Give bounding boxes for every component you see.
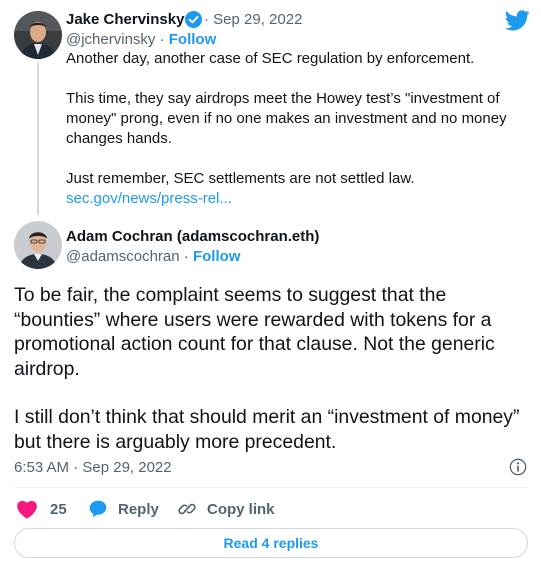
- tweet-handle-row: @adamscochran · Follow: [66, 248, 240, 265]
- reply-button[interactable]: Reply: [88, 497, 159, 521]
- press-release-link[interactable]: sec.gov/news/press-rel...: [66, 190, 232, 207]
- copy-link-label: Copy link: [207, 500, 275, 518]
- parent-handle-row: @jchervinsky · Follow: [66, 31, 216, 48]
- info-icon[interactable]: [508, 457, 528, 477]
- divider: [14, 487, 529, 488]
- separator-dot: ·: [183, 248, 189, 265]
- parent-tweet-text: Another day, another case of SEC regulat…: [66, 49, 521, 209]
- tweet-timestamp[interactable]: 6:53 AM · Sep 29, 2022: [14, 459, 172, 476]
- tweet-paragraph: I still don’t think that should merit an…: [14, 406, 520, 453]
- author-name-jake[interactable]: Jake Chervinsky: [66, 11, 184, 28]
- read-replies-button[interactable]: Read 4 replies: [14, 528, 528, 558]
- follow-button-jake[interactable]: Follow: [169, 31, 217, 48]
- parent-paragraph: Just remember, SEC settlements are not s…: [66, 170, 415, 187]
- separator-dot: ·: [159, 31, 165, 48]
- handle-jake[interactable]: @jchervinsky: [66, 31, 155, 48]
- follow-button-adam[interactable]: Follow: [193, 248, 241, 265]
- thread-connector-line: [37, 62, 39, 215]
- reply-bubble-icon: [89, 500, 107, 518]
- reply-label: Reply: [118, 500, 159, 518]
- separator-dot: ·: [204, 11, 209, 28]
- tweet-text: To be fair, the complaint seems to sugge…: [14, 283, 530, 454]
- parent-date[interactable]: Sep 29, 2022: [213, 11, 302, 28]
- copy-link-button[interactable]: Copy link: [177, 497, 275, 521]
- parent-paragraph: Another day, another case of SEC regulat…: [66, 50, 475, 67]
- like-button[interactable]: 25: [16, 497, 67, 521]
- tweet-embed-card: Jake Chervinsky · Sep 29, 2022 @jchervin…: [0, 0, 541, 574]
- avatar-adam[interactable]: [14, 221, 62, 269]
- twitter-bird-icon[interactable]: [505, 10, 530, 31]
- author-name-adam[interactable]: Adam Cochran (adamscochran.eth): [66, 228, 319, 245]
- verified-badge-icon: [184, 10, 203, 29]
- handle-adam[interactable]: @adamscochran: [66, 248, 180, 265]
- avatar-jake[interactable]: [14, 11, 62, 59]
- like-count: 25: [50, 500, 67, 518]
- parent-date-row: · Sep 29, 2022: [204, 11, 302, 28]
- parent-paragraph: This time, they say airdrops meet the Ho…: [66, 90, 507, 147]
- tweet-paragraph: To be fair, the complaint seems to sugge…: [14, 284, 495, 380]
- heart-icon: [17, 500, 37, 519]
- read-replies-label: Read 4 replies: [223, 535, 319, 551]
- link-icon: [178, 503, 196, 515]
